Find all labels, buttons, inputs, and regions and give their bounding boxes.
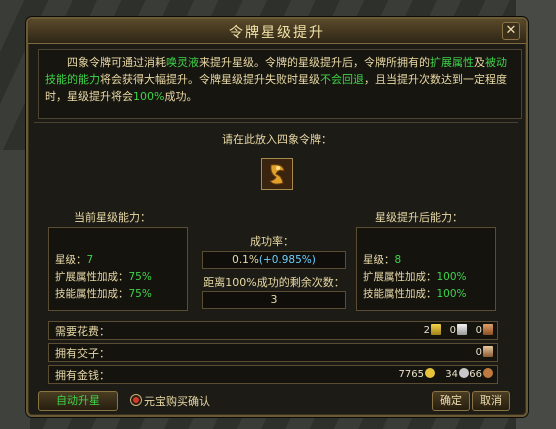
window-title: 令牌星级提升 — [229, 25, 325, 41]
cost-gold-value: 2 — [423, 325, 430, 336]
money-copper-value: 66 — [469, 369, 482, 380]
place-token-label: 请在此放入四象令牌： — [222, 133, 332, 146]
confirm-button[interactable]: 确定 — [432, 391, 470, 411]
current-ext-label: 扩展属性加成： — [55, 271, 129, 283]
current-ext-row: 扩展属性加成：75% — [55, 269, 152, 284]
money-silver-value: 34 — [445, 369, 458, 380]
after-ability-box: 星级：8 扩展属性加成：100% 技能属性加成：100% — [356, 227, 496, 311]
silver-ingot-icon — [457, 324, 467, 335]
desc-part: 四象令牌可通过消耗 — [67, 56, 166, 69]
after-star-row: 星级：8 — [363, 252, 401, 267]
close-icon[interactable]: ✕ — [502, 22, 520, 40]
cancel-button[interactable]: 取消 — [472, 391, 510, 411]
current-ability-box: 星级：7 扩展属性加成：75% 技能属性加成：75% — [48, 227, 188, 311]
copper-ingot-icon — [483, 324, 493, 335]
money-silver: 34 — [445, 366, 469, 383]
success-rate-bonus: (+0.985%) — [258, 254, 316, 266]
success-rate-box: 0.1%(+0.985%) — [202, 251, 346, 269]
money-copper: 66 — [469, 366, 493, 383]
after-star-label: 星级： — [363, 254, 395, 266]
desc-part: 将会获得大幅提升。令牌星级提升失败时星级 — [100, 73, 320, 86]
money-label: 拥有金钱： — [55, 369, 110, 382]
after-ext-label: 扩展属性加成： — [363, 271, 437, 283]
after-star-value: 8 — [394, 254, 402, 266]
jiaozi-label: 拥有交子： — [55, 347, 110, 360]
copper-coin-icon — [483, 368, 493, 378]
title-bar[interactable]: 令牌星级提升 ✕ — [28, 19, 526, 44]
gold-coin-icon — [425, 368, 435, 378]
money-row: 拥有金钱： 7765 34 66 — [48, 365, 498, 384]
remaining-count-box: 3 — [202, 291, 346, 309]
after-skill-value: 100% — [436, 288, 467, 300]
current-skill-label: 技能属性加成： — [55, 288, 129, 300]
jiaozi-value: 0 — [475, 347, 482, 358]
description-text: 四象令牌可通过消耗唤灵液来提升星级。令牌的星级提升后，令牌所拥有的扩展属性及被动… — [38, 49, 522, 119]
cost-label: 需要花费： — [55, 325, 110, 338]
silver-coin-icon — [459, 368, 469, 378]
remaining-count-label: 距离100%成功的剩余次数： — [203, 276, 345, 289]
money-gold-value: 7765 — [398, 369, 424, 380]
yuanbao-confirm-radio[interactable] — [130, 394, 142, 406]
current-star-label: 星级： — [55, 254, 87, 266]
jiaozi-amount: 0 — [476, 344, 493, 361]
gold-ingot-icon — [431, 324, 441, 335]
cost-copper-value: 0 — [475, 325, 482, 336]
cost-gold: 2 — [424, 322, 441, 339]
token-icon — [262, 159, 292, 189]
desc-part: 来提升星级。令牌的星级提升后，令牌所拥有的 — [199, 56, 430, 69]
yuanbao-confirm-label: 元宝购买确认 — [144, 395, 210, 408]
desc-part: 及 — [474, 56, 485, 69]
token-slot[interactable] — [261, 158, 293, 190]
after-ext-row: 扩展属性加成：100% — [363, 269, 467, 284]
cost-silver: 0 — [450, 322, 467, 339]
current-skill-row: 技能属性加成：75% — [55, 286, 152, 301]
desc-highlight: 不会回退 — [320, 73, 364, 86]
divider — [34, 122, 518, 123]
after-skill-label: 技能属性加成： — [363, 288, 437, 300]
cost-silver-value: 0 — [449, 325, 456, 336]
success-rate-label: 成功率： — [250, 235, 294, 248]
desc-highlight: 100% — [133, 90, 165, 103]
success-rate-base: 0.1% — [232, 254, 259, 266]
after-ability-heading: 星级提升后能力： — [375, 211, 463, 224]
after-skill-row: 技能属性加成：100% — [363, 286, 467, 301]
remaining-count-value: 3 — [270, 293, 278, 306]
current-ext-value: 75% — [128, 271, 152, 283]
after-ext-value: 100% — [436, 271, 467, 283]
jiaozi-note-icon — [483, 346, 493, 357]
current-skill-value: 75% — [128, 288, 152, 300]
current-ability-heading: 当前星级能力： — [74, 211, 151, 224]
cost-row: 需要花费： 2 0 0 — [48, 321, 498, 340]
star-upgrade-window: 令牌星级提升 ✕ 四象令牌可通过消耗唤灵液来提升星级。令牌的星级提升后，令牌所拥… — [26, 17, 528, 417]
auto-upgrade-button[interactable]: 自动升星 — [38, 391, 118, 411]
desc-highlight: 扩展属性 — [430, 56, 474, 69]
jiaozi-row: 拥有交子： 0 — [48, 343, 498, 362]
desc-part: 成功。 — [164, 90, 198, 103]
cost-copper: 0 — [476, 322, 493, 339]
current-star-row: 星级：7 — [55, 252, 93, 267]
money-gold: 7765 — [399, 366, 435, 383]
current-star-value: 7 — [86, 254, 94, 266]
desc-highlight: 唤灵液 — [166, 56, 199, 69]
